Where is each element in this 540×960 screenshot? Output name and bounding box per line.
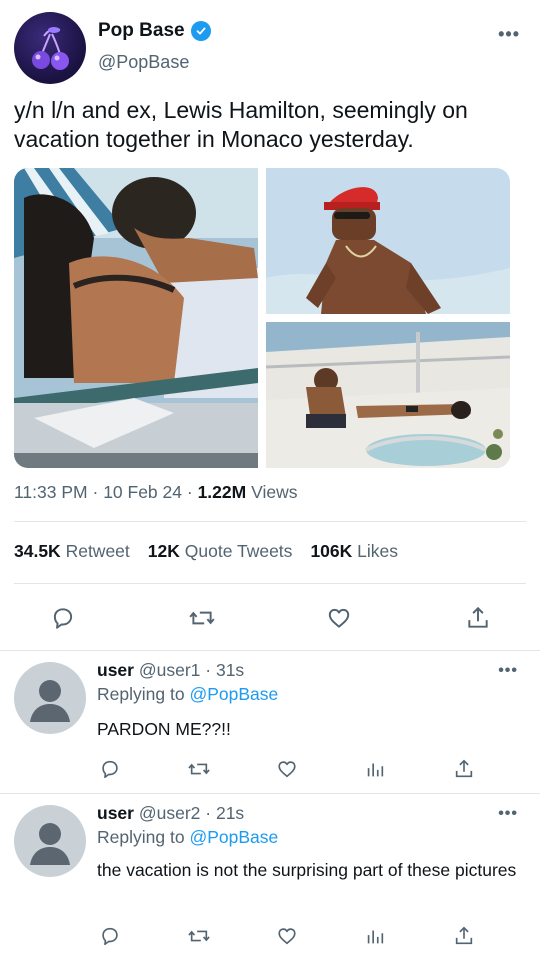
views-label: Views (251, 482, 298, 502)
reply-text: PARDON ME??!! (97, 719, 231, 739)
retweet-button[interactable] (182, 598, 222, 638)
analytics-button[interactable] (360, 921, 390, 951)
reply-icon (102, 760, 118, 779)
reply-actions (0, 921, 540, 951)
retweet-icon (188, 763, 210, 775)
like-button[interactable] (272, 754, 302, 784)
likes-count: 106K (310, 541, 353, 561)
reply-item[interactable]: user @user2 · 21s ••• Replying to @PopBa… (0, 793, 540, 960)
reply-item[interactable]: user @user1 · 31s ••• Replying to @PopBa… (0, 650, 540, 792)
reply-button[interactable] (43, 598, 83, 638)
default-avatar-icon (30, 823, 70, 865)
meta-separator: · (205, 660, 216, 680)
analytics-icon (367, 930, 384, 944)
replying-to-handle[interactable]: @PopBase (189, 684, 278, 704)
like-button[interactable] (319, 598, 359, 638)
retweet-icon (188, 930, 210, 942)
replying-to-label: Replying to (97, 684, 185, 704)
quotes-stat[interactable]: 12K Quote Tweets (148, 541, 293, 562)
retweets-label: Retweet (65, 541, 130, 561)
author-name[interactable]: Pop Base (98, 20, 185, 42)
like-button[interactable] (272, 921, 302, 951)
author-handle[interactable]: @PopBase (98, 52, 189, 73)
replying-to-line: Replying to @PopBase (97, 827, 278, 848)
replying-to-line: Replying to @PopBase (97, 684, 278, 705)
reply-text: the vacation is not the surprising part … (97, 860, 517, 880)
avatar[interactable] (14, 12, 86, 84)
more-icon[interactable]: ••• (498, 24, 520, 45)
photo-yacht-deck[interactable] (266, 322, 510, 468)
tweet-stats: 34.5K Retweet 12K Quote Tweets 106K Like… (14, 541, 398, 562)
reply-icon (53, 608, 73, 629)
heart-icon (278, 928, 296, 945)
retweet-button[interactable] (184, 921, 214, 951)
reply-author-handle[interactable]: @user2 (139, 803, 201, 823)
quotes-count: 12K (147, 541, 180, 561)
reply-author-name[interactable]: user (97, 803, 134, 823)
reply-time: 31s (215, 660, 245, 680)
divider (14, 583, 526, 584)
quotes-label: Quote Tweets (184, 541, 293, 561)
more-icon[interactable]: ••• (498, 805, 518, 823)
default-avatar-icon (30, 680, 70, 722)
author-name-line[interactable]: Pop Base (98, 20, 211, 42)
photo-man-red-cap[interactable] (266, 168, 510, 314)
heart-icon (278, 761, 296, 778)
analytics-icon (367, 763, 384, 777)
views-count: 1.22M (197, 482, 247, 502)
share-button[interactable] (458, 598, 498, 638)
avatar[interactable] (14, 805, 86, 877)
likes-stat[interactable]: 106K Likes (310, 541, 398, 562)
likes-label: Likes (357, 541, 399, 561)
avatar[interactable] (14, 662, 86, 734)
meta-separator: · (186, 482, 198, 502)
reply-user-line: user @user1 · 31s (97, 660, 244, 681)
cherry-logo-icon (32, 27, 69, 70)
share-icon (455, 759, 473, 778)
reply-author-name[interactable]: user (97, 660, 134, 680)
share-button[interactable] (449, 921, 479, 951)
share-icon (455, 926, 473, 945)
reply-time: 21s (215, 803, 245, 823)
photo-couple-lounger[interactable] (14, 168, 258, 468)
reply-icon (102, 927, 118, 946)
retweets-stat[interactable]: 34.5K Retweet (14, 541, 130, 562)
heart-icon (328, 608, 350, 628)
replying-to-label: Replying to (97, 827, 185, 847)
reply-user-line: user @user2 · 21s (97, 803, 244, 824)
replying-to-handle[interactable]: @PopBase (189, 827, 278, 847)
divider (14, 521, 526, 522)
retweet-icon (189, 611, 215, 625)
tweet-date[interactable]: 10 Feb 24 (103, 482, 182, 502)
reply-button[interactable] (95, 921, 125, 951)
retweet-button[interactable] (184, 754, 214, 784)
analytics-button[interactable] (360, 754, 390, 784)
reply-button[interactable] (95, 754, 125, 784)
reply-actions (0, 754, 540, 784)
retweets-count: 34.5K (14, 541, 61, 561)
share-button[interactable] (449, 754, 479, 784)
tweet-actions (0, 598, 540, 638)
meta-separator: · (92, 482, 104, 502)
meta-separator: · (205, 803, 216, 823)
share-icon (468, 606, 488, 628)
verified-badge-icon (190, 21, 211, 41)
tweet-header: Pop Base @PopBase ••• (14, 12, 526, 84)
tweet-meta: 11:33 PM · 10 Feb 24 · 1.22M Views (14, 482, 297, 503)
media-grid[interactable] (14, 168, 510, 468)
reply-author-handle[interactable]: @user1 (139, 660, 201, 680)
more-icon[interactable]: ••• (498, 662, 518, 680)
tweet-time[interactable]: 11:33 PM (14, 482, 88, 502)
tweet-text: y/n l/n and ex, Lewis Hamilton, seemingl… (14, 97, 468, 152)
